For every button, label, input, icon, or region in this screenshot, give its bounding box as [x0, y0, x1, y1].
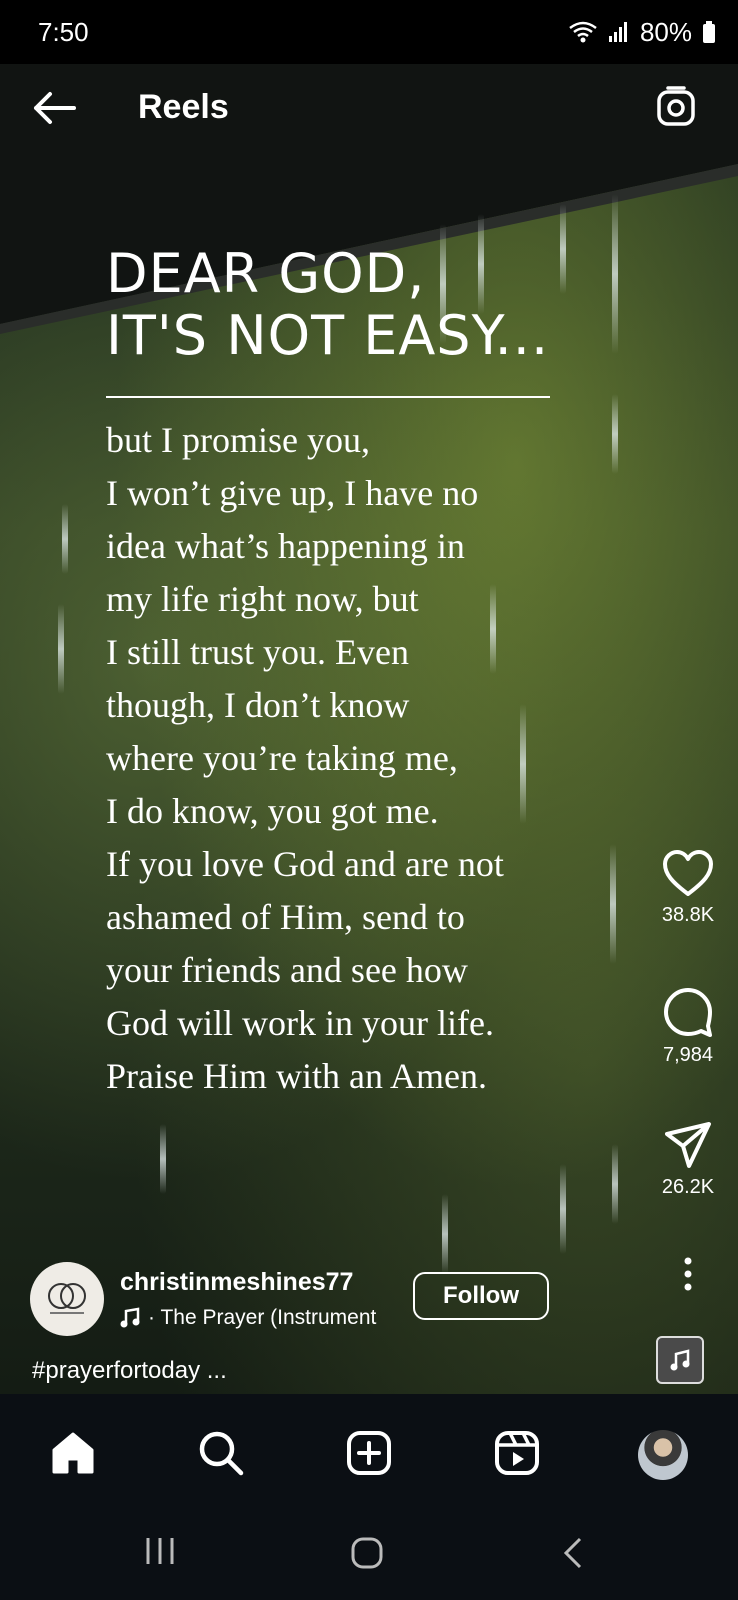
send-icon[interactable]: [663, 1120, 713, 1170]
rain-drop: [160, 1124, 166, 1194]
body-line: idea what’s happening in: [106, 526, 465, 566]
body-line: but I promise you,: [106, 420, 370, 460]
body-line: I do know, you got me.: [106, 791, 439, 831]
comment-count: 7,984: [662, 1044, 714, 1066]
music-note-icon: [670, 1349, 690, 1371]
battery-percent: 80%: [639, 16, 692, 47]
audio-track-label: · The Prayer (Instrument: [148, 1306, 377, 1329]
like-action: 38.8K: [638, 850, 738, 927]
back-arrow-icon[interactable]: [30, 88, 78, 128]
status-icons: 80%: [568, 17, 716, 48]
audio-track[interactable]: · The Prayer (Instrument: [120, 1306, 376, 1330]
body-line: I won’t give up, I have no: [106, 473, 479, 513]
heading-divider: [106, 396, 550, 398]
rain-drop: [612, 194, 618, 354]
body-line: If you love God and are not: [106, 844, 504, 884]
comment-icon[interactable]: [662, 986, 714, 1038]
status-bar: 7:50 80%: [0, 0, 738, 64]
system-back-icon[interactable]: [562, 1536, 584, 1570]
rain-drop: [612, 1144, 618, 1224]
home-icon[interactable]: [48, 1428, 98, 1478]
rain-drop: [560, 1164, 566, 1254]
share-action: 26.2K: [638, 1120, 738, 1199]
share-count: 26.2K: [661, 1176, 715, 1198]
wifi-icon: [569, 21, 597, 43]
heading-line: DEAR GOD,: [106, 242, 426, 305]
body-line: though, I don’t know: [106, 685, 410, 725]
rain-drop: [62, 504, 68, 574]
follow-button[interactable]: Follow: [413, 1272, 549, 1320]
audio-thumbnail[interactable]: [656, 1336, 704, 1384]
profile-avatar[interactable]: [638, 1430, 688, 1480]
body-line: where you’re taking me,: [106, 738, 458, 778]
bottom-nav: [0, 1394, 738, 1514]
search-icon[interactable]: [196, 1428, 246, 1478]
status-time: 7:50: [38, 16, 89, 47]
reel-heading: DEAR GOD, IT'S NOT EASY...: [106, 243, 576, 367]
page-title: Reels: [138, 88, 229, 126]
rain-drop: [58, 604, 64, 694]
author-avatar[interactable]: [30, 1262, 104, 1336]
body-line: God will work in your life.: [106, 1003, 494, 1043]
signal-icon: [608, 22, 627, 42]
author-username[interactable]: christinmeshines77: [120, 1268, 353, 1297]
battery-icon: [703, 21, 715, 43]
home-button-icon[interactable]: [350, 1536, 384, 1570]
recent-apps-icon[interactable]: [144, 1536, 176, 1566]
camera-icon[interactable]: [652, 84, 698, 130]
more-icon[interactable]: [681, 1256, 695, 1292]
create-icon[interactable]: [344, 1428, 394, 1478]
more-action: [638, 1256, 738, 1292]
reel-author: christinmeshines77 · The Prayer (Instrum…: [30, 1260, 630, 1340]
reels-icon[interactable]: [492, 1428, 542, 1478]
heart-icon[interactable]: [662, 850, 714, 898]
heading-line: IT'S NOT EASY...: [106, 304, 550, 367]
body-line: I still trust you. Even: [106, 632, 409, 672]
system-nav: [0, 1514, 738, 1600]
reels-header: Reels: [0, 80, 738, 136]
like-count: 38.8K: [661, 904, 715, 926]
reel-caption[interactable]: #prayerfortoday ...: [32, 1357, 227, 1385]
music-note-icon: [120, 1307, 140, 1328]
author-logo: [48, 1283, 86, 1314]
reel-body-text: but I promise you, I won’t give up, I ha…: [106, 414, 626, 1103]
body-line: Praise Him with an Amen.: [106, 1056, 487, 1096]
comment-action: 7,984: [638, 986, 738, 1067]
body-line: my life right now, but: [106, 579, 419, 619]
body-line: ashamed of Him, send to: [106, 897, 465, 937]
body-line: your friends and see how: [106, 950, 468, 990]
